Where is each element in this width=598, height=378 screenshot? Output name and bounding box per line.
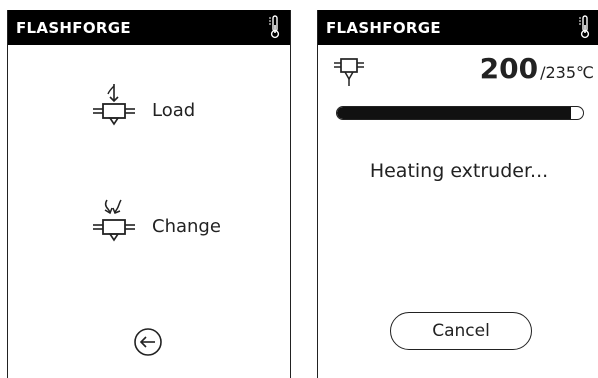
heating-progress-bar xyxy=(336,106,584,120)
filament-change-icon xyxy=(93,199,135,242)
temperature-readout: 200/235℃ xyxy=(480,52,594,85)
thermometer-icon[interactable] xyxy=(578,15,590,39)
current-temperature: 200 xyxy=(479,52,539,85)
load-label: Load xyxy=(152,99,196,121)
change-filament-button[interactable]: Change xyxy=(83,198,221,254)
extruder-icon xyxy=(334,58,364,86)
header-bar: FLASHFORGE xyxy=(318,10,598,45)
brand-logo: FLASHFORGE xyxy=(326,19,441,37)
header-bar: FLASHFORGE xyxy=(8,10,290,45)
brand-logo: FLASHFORGE xyxy=(16,19,131,37)
back-arrow-icon[interactable] xyxy=(133,327,163,357)
status-text: Heating extruder... xyxy=(369,160,549,182)
target-temperature: /235℃ xyxy=(540,63,594,82)
change-label: Change xyxy=(152,215,221,237)
load-filament-button[interactable]: Load xyxy=(83,82,195,138)
filament-load-icon xyxy=(93,84,135,126)
thermometer-icon[interactable] xyxy=(268,15,280,39)
heating-screen: FLASHFORGE 200/235℃ Heating extruder... … xyxy=(317,10,598,378)
progress-fill xyxy=(337,107,571,119)
filament-menu-screen: FLASHFORGE Load Change xyxy=(7,10,291,378)
cancel-button[interactable]: Cancel xyxy=(390,312,532,350)
